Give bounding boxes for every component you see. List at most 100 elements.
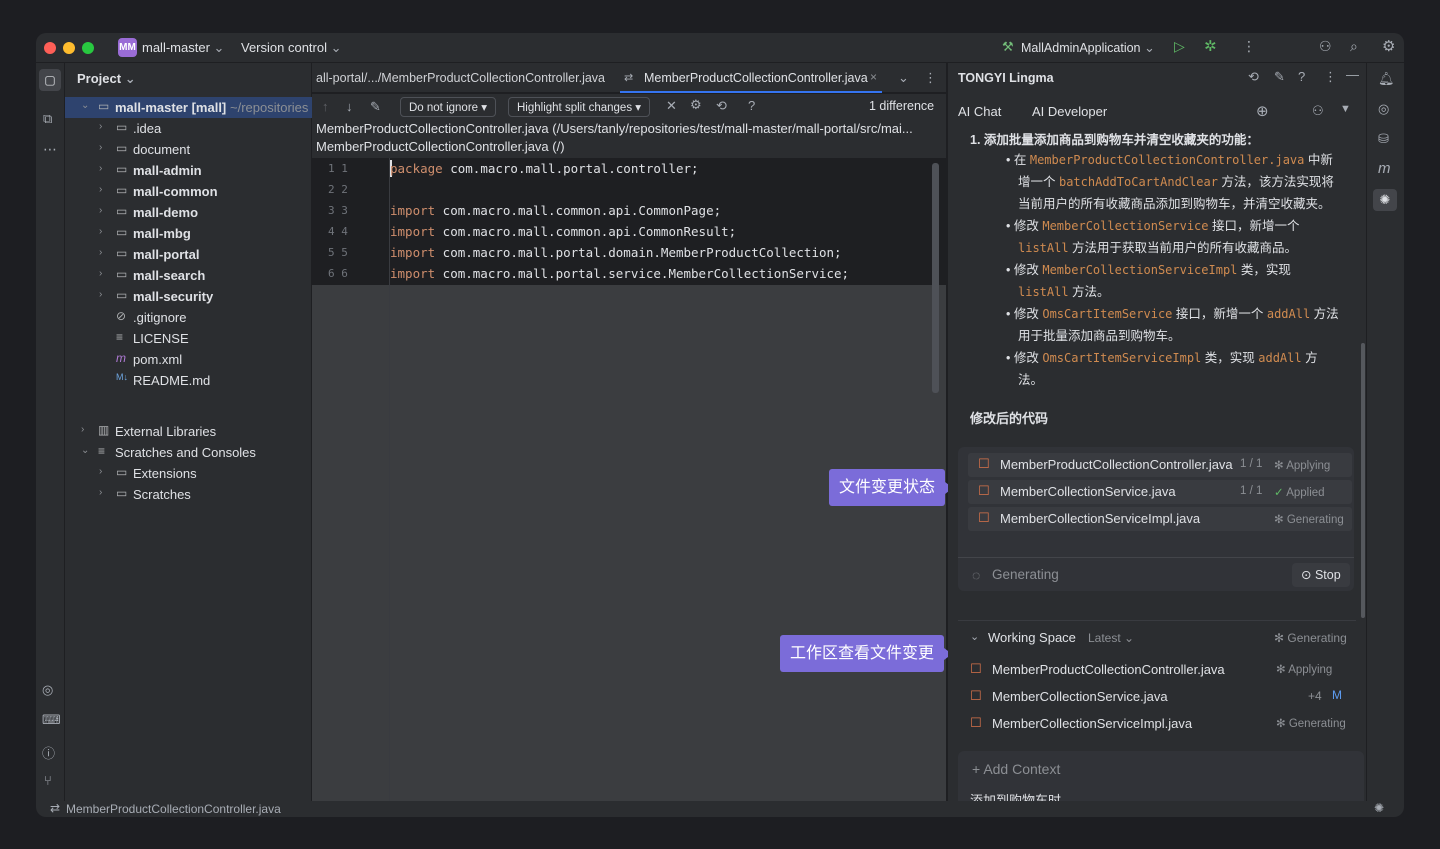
lingma-status-icon[interactable]: ✺ bbox=[1374, 801, 1384, 815]
generation-card: ☐ MemberProductCollectionController.java 1… bbox=[958, 447, 1354, 591]
add-user-icon[interactable]: ⚇ bbox=[1319, 38, 1332, 55]
database-icon[interactable]: ⛁ bbox=[1378, 131, 1389, 147]
workspace-file-row[interactable]: ☐ MemberCollectionServiceImpl.java ✻ Gener… bbox=[958, 712, 1354, 736]
diff-icon: ⇄ bbox=[50, 801, 61, 815]
ai-assistant-icon[interactable]: ◎ bbox=[1378, 101, 1389, 117]
highlight-dropdown[interactable]: Highlight split changes ▾ bbox=[508, 97, 651, 117]
modified-file-row[interactable]: ☐ MemberProductCollectionController.java 1… bbox=[968, 453, 1352, 477]
title-bar: MM mall-master ⌄ Version control ⌄ ⚒ Mal… bbox=[36, 33, 1404, 63]
tree-item-mall-security[interactable]: › ▭ mall-security bbox=[65, 286, 312, 307]
tab-ai-developer[interactable]: AI Developer bbox=[1032, 104, 1107, 119]
code-rest: com.macro.mall.portal.service.MemberColl… bbox=[435, 266, 850, 281]
tree-item-mall-portal[interactable]: › ▭ mall-portal bbox=[65, 244, 312, 265]
history-icon[interactable]: ⟲ bbox=[1248, 69, 1259, 85]
notifications-icon[interactable]: 🔔︎ bbox=[1378, 71, 1395, 87]
lingma-icon[interactable]: ✺ bbox=[1373, 189, 1397, 211]
stop-button[interactable]: ⊙ Stop bbox=[1292, 563, 1350, 587]
tab-active-file[interactable]: ⇄ MemberProductCollectionController.java… bbox=[620, 63, 882, 93]
workspace-version[interactable]: Latest ⌄ bbox=[1088, 631, 1134, 645]
maximize-window-button[interactable] bbox=[82, 42, 94, 54]
tab-ai-chat[interactable]: AI Chat bbox=[958, 104, 1001, 119]
project-tool-icon[interactable]: ▢ bbox=[39, 69, 61, 91]
more-icon[interactable]: ⋮ bbox=[1242, 38, 1256, 55]
maven-icon: m bbox=[116, 351, 126, 365]
tree-item-mall-demo[interactable]: › ▭ mall-demo bbox=[65, 202, 312, 223]
edit-icon[interactable]: ✎ bbox=[370, 99, 381, 115]
tab-left-file[interactable]: all-portal/.../MemberProductCollectionCo… bbox=[316, 71, 605, 85]
line-number-text: 4 4 bbox=[328, 225, 348, 238]
more-icon[interactable]: ⋮ bbox=[924, 70, 937, 86]
new-chat-icon[interactable]: ✎ bbox=[1274, 69, 1285, 85]
workspace-file-row[interactable]: ☐ MemberCollectionService.java +4 M bbox=[958, 685, 1354, 709]
ignore-dropdown[interactable]: Do not ignore ▾ bbox=[400, 97, 497, 117]
working-space-title[interactable]: Working Space bbox=[988, 630, 1076, 645]
chat-scrollbar[interactable] bbox=[1361, 343, 1365, 618]
tree-item-mall-common[interactable]: › ▭ mall-common bbox=[65, 181, 312, 202]
help-icon[interactable]: ? bbox=[748, 98, 755, 113]
status-file[interactable]: MemberProductCollectionController.java bbox=[66, 802, 281, 816]
tree-item-document[interactable]: › ▭ document bbox=[65, 139, 312, 160]
vcs-menu[interactable]: Version control ⌄ bbox=[241, 40, 342, 56]
tree-item-label: README.md bbox=[133, 373, 211, 388]
minimize-window-button[interactable] bbox=[63, 42, 75, 54]
services-icon[interactable]: ◎ bbox=[42, 682, 53, 698]
tree-extensions[interactable]: › ▭ Extensions bbox=[65, 463, 312, 484]
caret-down-icon[interactable]: ▼ bbox=[1340, 103, 1351, 115]
tree-item-pom[interactable]: m pom.xml bbox=[65, 349, 312, 370]
close-tab-icon[interactable]: × bbox=[870, 70, 877, 84]
tree-item-license[interactable]: ≡ LICENSE bbox=[65, 328, 312, 349]
tree-external-libraries[interactable]: › ▥ External Libraries bbox=[65, 421, 312, 442]
stop-label: Stop bbox=[1314, 568, 1341, 582]
minimize-icon[interactable]: — bbox=[1346, 67, 1359, 82]
chevron-down-icon[interactable]: ⌄ bbox=[898, 70, 909, 86]
more-tools-icon[interactable]: ⋯ bbox=[43, 141, 57, 158]
workspace-file-name: MemberProductCollectionController.java bbox=[992, 662, 1225, 677]
line-number: 3 3 bbox=[312, 200, 390, 221]
arrow-down-icon[interactable]: ↓ bbox=[346, 99, 353, 114]
tree-scratches-consoles[interactable]: ⌄ ≡ Scratches and Consoles bbox=[65, 442, 312, 463]
maven-icon[interactable]: m bbox=[1378, 160, 1391, 177]
collapse-icon[interactable]: ✕ bbox=[666, 98, 677, 114]
add-context-button[interactable]: + Add Context bbox=[972, 761, 1060, 777]
chevron-right-icon: › bbox=[99, 226, 103, 237]
project-switcher[interactable]: mall-master ⌄ bbox=[142, 40, 224, 56]
tree-root-path: ~/repositories bbox=[230, 100, 309, 115]
close-window-button[interactable] bbox=[44, 42, 56, 54]
b3-l2-post: 方法。 bbox=[1068, 285, 1110, 299]
tree-scratches[interactable]: › ▭ Scratches bbox=[65, 484, 312, 505]
problems-icon[interactable]: ⓘ bbox=[42, 743, 55, 762]
debug-icon[interactable]: ✲ bbox=[1204, 37, 1217, 55]
run-config-selector[interactable]: MallAdminApplication ⌄ bbox=[1021, 40, 1155, 56]
modified-file-row[interactable]: ☐ MemberCollectionService.java 1 / 1 ✓ Appl… bbox=[968, 480, 1352, 504]
tree-item-gitignore[interactable]: ⊘ .gitignore bbox=[65, 307, 312, 328]
chevron-right-icon: › bbox=[99, 466, 103, 477]
more-icon[interactable]: ⋮ bbox=[1324, 69, 1337, 85]
arrow-up-icon[interactable]: ↑ bbox=[322, 99, 329, 114]
chevron-right-icon: › bbox=[99, 205, 103, 216]
code-text: package com.macro.mall.portal.controller… bbox=[390, 158, 699, 179]
settings-icon[interactable]: ⚙ bbox=[690, 97, 702, 113]
users-icon[interactable]: ⚇ bbox=[1312, 103, 1324, 119]
sync-scroll-icon[interactable]: ⟲ bbox=[716, 98, 727, 114]
search-icon[interactable]: ⌕ bbox=[1350, 38, 1358, 55]
modified-file-row[interactable]: ☐ MemberCollectionServiceImpl.java ✻ Gener… bbox=[968, 507, 1352, 531]
tree-item-mall-admin[interactable]: › ▭ mall-admin bbox=[65, 160, 312, 181]
tree-item-mall-search[interactable]: › ▭ mall-search bbox=[65, 265, 312, 286]
add-icon[interactable]: ⊕ bbox=[1256, 102, 1269, 120]
tree-item-idea[interactable]: › ▭ .idea bbox=[65, 118, 312, 139]
tree-item-mall-mbg[interactable]: › ▭ mall-mbg bbox=[65, 223, 312, 244]
run-icon[interactable]: ▷ bbox=[1174, 38, 1185, 55]
help-icon[interactable]: ? bbox=[1298, 69, 1305, 84]
workspace-file-row[interactable]: ☐ MemberProductCollectionController.java ✻… bbox=[958, 658, 1354, 682]
gear-icon[interactable]: ⚙ bbox=[1382, 37, 1395, 55]
structure-icon[interactable]: ⧉ bbox=[43, 111, 52, 127]
code-line: 4 4 import com.macro.mall.common.api.Comm… bbox=[312, 221, 946, 242]
terminal-icon[interactable]: ⌨ bbox=[42, 712, 61, 728]
project-panel-title[interactable]: Project ⌄ bbox=[77, 71, 136, 87]
tree-root[interactable]: ⌄ ▭ mall-master [mall] ~/repositories bbox=[65, 97, 312, 118]
git-icon[interactable]: ⑂ bbox=[44, 773, 52, 788]
code-rest: com.macro.mall.common.api.CommonResult; bbox=[435, 224, 737, 239]
chevron-down-icon[interactable]: ⌄ bbox=[970, 630, 979, 643]
tree-item-readme[interactable]: M↓ README.md bbox=[65, 370, 312, 391]
workspace-file-name: MemberCollectionService.java bbox=[992, 689, 1168, 704]
